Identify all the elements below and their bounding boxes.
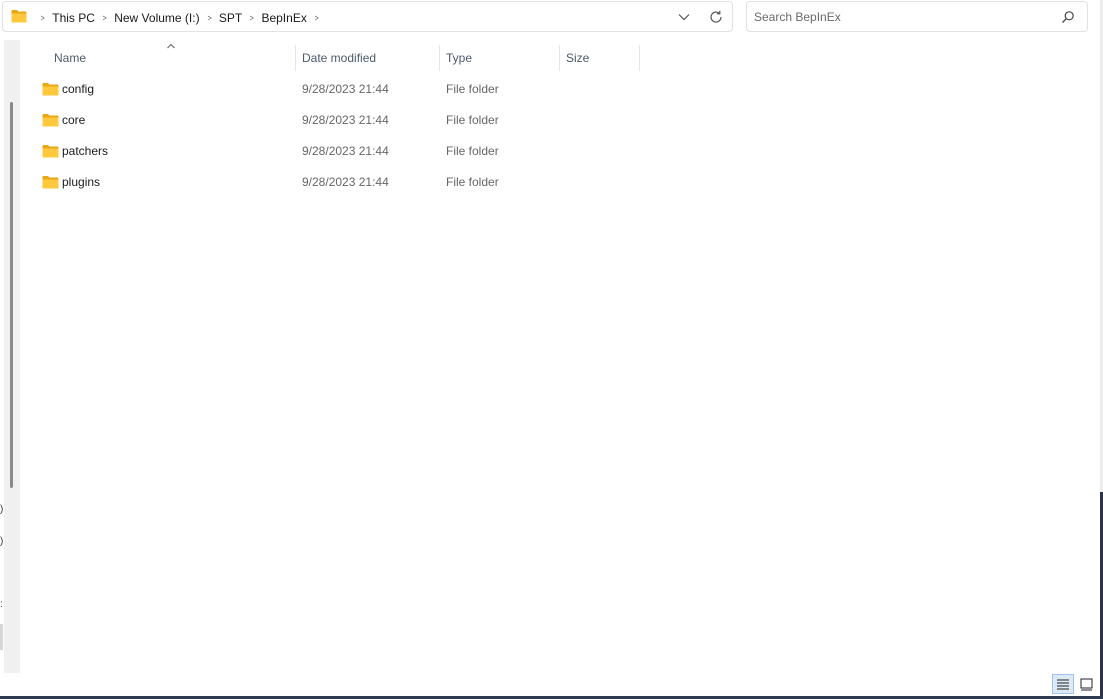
search-input[interactable] [754,6,1044,27]
folder-icon [42,83,59,96]
file-type: File folder [446,82,499,96]
column-header-name[interactable]: Name [54,45,294,71]
date-modified: 9/28/2023 21:44 [302,175,389,189]
breadcrumb-new-volume[interactable]: New Volume (I:) [114,11,199,25]
chevron-right-icon[interactable]: > [202,13,217,23]
details-view-icon [1057,679,1069,690]
file-name: patchers [62,144,109,158]
edge-mark: ) [0,504,4,515]
date-modified: 9/28/2023 21:44 [302,113,389,127]
column-divider[interactable] [559,45,560,71]
table-row[interactable]: core 9/28/2023 21:44 File folder [38,106,638,135]
edge-mark: ) [0,536,4,547]
edge-mark [0,624,3,650]
folder-icon [42,114,59,127]
chevron-right-icon[interactable]: > [244,13,259,23]
breadcrumb-this-pc[interactable]: This PC [52,11,95,25]
column-divider[interactable] [639,45,640,71]
search-icon[interactable] [1061,10,1075,24]
breadcrumb-spt[interactable]: SPT [219,11,242,25]
file-name: plugins [62,175,101,189]
date-modified: 9/28/2023 21:44 [302,82,389,96]
column-divider[interactable] [295,45,296,71]
chevron-right-icon[interactable]: > [97,13,112,23]
table-row[interactable]: config 9/28/2023 21:44 File folder [38,75,638,104]
file-name: config [62,82,95,96]
details-view-button[interactable] [1052,674,1074,694]
address-bar[interactable]: > This PC > New Volume (I:) > SPT > BepI… [2,1,733,32]
folder-icon [11,10,27,23]
file-type: File folder [446,113,499,127]
table-row[interactable]: plugins 9/28/2023 21:44 File folder [38,168,638,197]
navigation-pane-scrollbar[interactable] [10,102,13,488]
large-icons-view-button[interactable] [1077,674,1097,694]
column-divider[interactable] [439,45,440,71]
table-row[interactable]: patchers 9/28/2023 21:44 File folder [38,137,638,166]
folder-icon [42,176,59,189]
chevron-right-icon[interactable]: > [35,13,50,23]
chevron-right-icon[interactable]: > [309,13,324,23]
column-header-size[interactable]: Size [566,45,638,71]
column-header-type[interactable]: Type [446,45,558,71]
large-icons-view-icon [1080,678,1093,691]
chevron-down-icon[interactable] [677,10,691,24]
file-type: File folder [446,144,499,158]
search-box[interactable] [746,1,1088,32]
date-modified: 9/28/2023 21:44 [302,144,389,158]
file-type: File folder [446,175,499,189]
breadcrumb-bepinex[interactable]: BepInEx [261,11,306,25]
edge-mark: : [0,599,3,610]
refresh-icon[interactable] [708,9,724,25]
column-header-date-modified[interactable]: Date modified [302,45,438,71]
breadcrumb: > This PC > New Volume (I:) > SPT > BepI… [33,2,326,33]
file-name: core [62,113,86,127]
folder-icon [42,145,59,158]
